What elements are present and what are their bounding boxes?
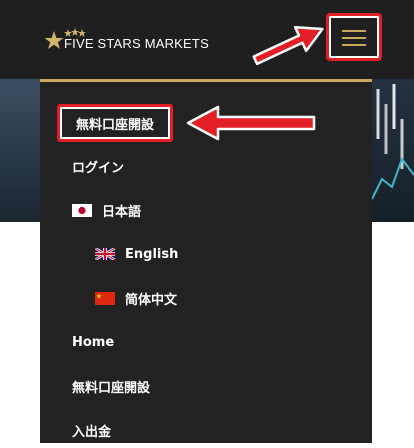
menu-item-label: 简体中文 bbox=[125, 292, 178, 308]
red-arrow-annotation-menu bbox=[186, 105, 316, 141]
menu-item-label: 無料口座開設 bbox=[72, 380, 151, 396]
menu-item-label: ログイン bbox=[72, 160, 125, 176]
menu-item-japanese[interactable]: 日本語 bbox=[40, 192, 372, 228]
menu-item-label: Home bbox=[72, 334, 115, 350]
hamburger-menu-icon[interactable] bbox=[342, 29, 366, 47]
menu-item-english[interactable]: English bbox=[40, 236, 372, 272]
menu-item-label: English bbox=[125, 246, 179, 262]
menu-item-label: 無料口座開設 bbox=[75, 117, 154, 133]
menu-item-open-account-highlighted[interactable]: 無料口座開設 bbox=[57, 104, 173, 142]
uk-flag-icon bbox=[95, 248, 115, 260]
menu-item-label: 入出金 bbox=[72, 424, 112, 440]
menu-item-label: 日本語 bbox=[102, 204, 142, 220]
menu-item-login[interactable]: ログイン bbox=[40, 148, 372, 184]
menu-item-home[interactable]: Home bbox=[40, 324, 372, 360]
menu-item-open-account[interactable]: 無料口座開設 bbox=[40, 368, 372, 404]
five-stars-logo[interactable]: FIVE STARS MARKETS bbox=[44, 25, 219, 55]
hero-chart-strip bbox=[371, 79, 414, 222]
china-flag-icon bbox=[95, 291, 115, 305]
japan-flag-icon bbox=[72, 203, 92, 217]
logo-text: FIVE STARS MARKETS bbox=[64, 36, 209, 51]
menu-item-chinese[interactable]: 简体中文 bbox=[40, 280, 372, 316]
red-arrow-annotation-top bbox=[252, 26, 324, 66]
hamburger-annotation-box bbox=[326, 13, 382, 61]
site-header: FIVE STARS MARKETS bbox=[0, 0, 414, 79]
